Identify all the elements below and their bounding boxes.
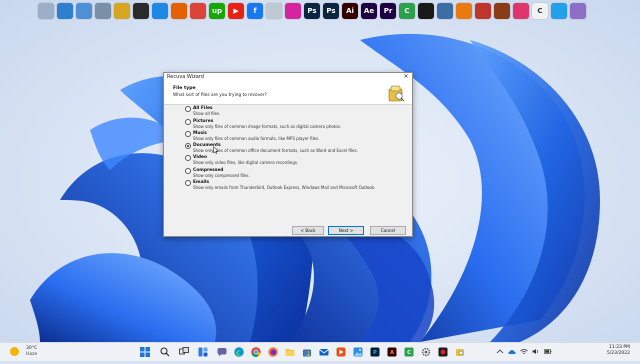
sun-icon <box>10 347 19 356</box>
tools-icon[interactable] <box>95 3 111 19</box>
widgets-icon[interactable] <box>198 347 208 357</box>
option-description: Show only compressed files. <box>193 172 250 178</box>
weather-condition: Haze <box>26 352 38 357</box>
recuva-logo-icon <box>388 85 405 102</box>
recuva-taskbar-icon[interactable] <box>455 347 465 357</box>
red-app-icon[interactable] <box>475 3 491 19</box>
chrome-taskbar-icon[interactable] <box>251 347 261 357</box>
radio-button[interactable] <box>185 180 191 186</box>
option-description: Show only files of common audio formats,… <box>193 135 320 141</box>
game-icon[interactable] <box>494 3 510 19</box>
cancel-button[interactable]: Cancel <box>370 226 406 235</box>
system-clock[interactable]: 11:23 PM 5/23/2022 <box>607 345 630 357</box>
browser-icon[interactable] <box>152 3 168 19</box>
chat-icon[interactable] <box>217 347 227 357</box>
radio-button[interactable] <box>185 119 191 125</box>
task-view-icon[interactable] <box>179 347 189 357</box>
radio-button[interactable] <box>185 155 191 161</box>
network-tray-icon[interactable] <box>520 348 528 355</box>
radio-button[interactable] <box>185 168 191 174</box>
radio-button[interactable] <box>185 131 191 137</box>
dialog-title: Recuva Wizard <box>167 74 204 80</box>
orange-app-icon[interactable] <box>456 3 472 19</box>
media-icon[interactable] <box>266 3 282 19</box>
start-icon[interactable] <box>140 347 150 357</box>
facebook-icon[interactable]: f <box>247 3 263 19</box>
back-button[interactable]: < Back <box>292 226 324 235</box>
network-icon[interactable] <box>76 3 92 19</box>
radio-button[interactable] <box>185 106 191 112</box>
svg-text:A: A <box>390 350 394 356</box>
clock-date: 5/23/2022 <box>606 351 630 356</box>
recuva-wizard-dialog: Recuva Wizard ✕ File type What sort of f… <box>163 72 413 237</box>
close-icon[interactable]: ✕ <box>402 73 410 81</box>
vscode-icon[interactable] <box>551 3 567 19</box>
purple-app-icon[interactable] <box>570 3 586 19</box>
upwork-icon[interactable]: up <box>209 3 225 19</box>
photos-icon[interactable] <box>353 347 363 357</box>
pink-app-icon[interactable] <box>513 3 529 19</box>
youtube-icon[interactable]: ▶ <box>228 3 244 19</box>
recycle-bin-icon[interactable] <box>38 3 54 19</box>
tool-icon[interactable] <box>437 3 453 19</box>
recorder-icon[interactable] <box>438 347 448 357</box>
camtasia-taskbar-icon[interactable]: C <box>404 347 414 357</box>
chevron-up-icon[interactable] <box>496 348 504 355</box>
mail-icon[interactable] <box>319 347 329 357</box>
photoshop-icon[interactable]: Ps <box>304 3 320 19</box>
search-icon[interactable] <box>160 347 170 357</box>
option-description: Show only emails from Thunderbird, Outlo… <box>193 184 376 190</box>
mouse-cursor-icon <box>213 146 219 154</box>
after-effects-icon[interactable]: Ae <box>361 3 377 19</box>
svg-text:C: C <box>407 350 411 356</box>
svg-text:P: P <box>373 350 377 356</box>
weather-temperature: 30°C <box>26 346 38 351</box>
wizard-header: File type What sort of files are you try… <box>164 82 412 105</box>
firefox-taskbar-icon[interactable] <box>268 347 278 357</box>
media-player-icon[interactable] <box>336 347 346 357</box>
ps-taskbar-icon[interactable]: P <box>370 347 380 357</box>
cloud-icon[interactable] <box>508 348 516 355</box>
file-explorer-icon[interactable] <box>285 347 295 357</box>
firefox-icon[interactable] <box>171 3 187 19</box>
this-pc-icon[interactable] <box>57 3 73 19</box>
radio-button[interactable] <box>185 143 191 149</box>
battery-icon[interactable] <box>544 348 552 355</box>
illustrator-icon[interactable]: Ai <box>342 3 358 19</box>
dark-app-icon[interactable] <box>418 3 434 19</box>
desktop-shortcut-row: up ▶ f Ps Ps Ai Ae Pr C C <box>38 3 586 19</box>
next-button[interactable]: Next > <box>328 226 364 235</box>
option-description: Show only files of common office documen… <box>193 147 358 153</box>
camtasia-icon[interactable]: C <box>399 3 415 19</box>
wizard-step-subtitle: What sort of files are you trying to rec… <box>173 93 267 98</box>
white-app-icon[interactable]: C <box>532 3 548 19</box>
photoshop-alt-icon[interactable]: Ps <box>323 3 339 19</box>
folder-icon[interactable] <box>114 3 130 19</box>
dialog-titlebar[interactable]: Recuva Wizard ✕ <box>164 73 412 82</box>
option-description: Show only files of common image formats,… <box>193 123 342 129</box>
ai-taskbar-icon[interactable]: A <box>387 347 397 357</box>
system-tray <box>496 348 552 355</box>
edge-icon[interactable] <box>234 347 244 357</box>
option-description: Show only video files, like digital came… <box>193 159 299 165</box>
app-icon[interactable] <box>133 3 149 19</box>
store-icon[interactable] <box>302 347 312 357</box>
premiere-icon[interactable]: Pr <box>380 3 396 19</box>
volume-icon[interactable] <box>532 348 540 355</box>
wizard-step-title: File type <box>173 86 196 91</box>
settings-icon[interactable] <box>421 347 431 357</box>
taskbar: 30°C Haze P A C 11:23 PM 5/23/2022 <box>0 342 640 361</box>
instagram-icon[interactable] <box>285 3 301 19</box>
option-description: Show all files. <box>193 110 221 116</box>
chrome-icon[interactable] <box>190 3 206 19</box>
